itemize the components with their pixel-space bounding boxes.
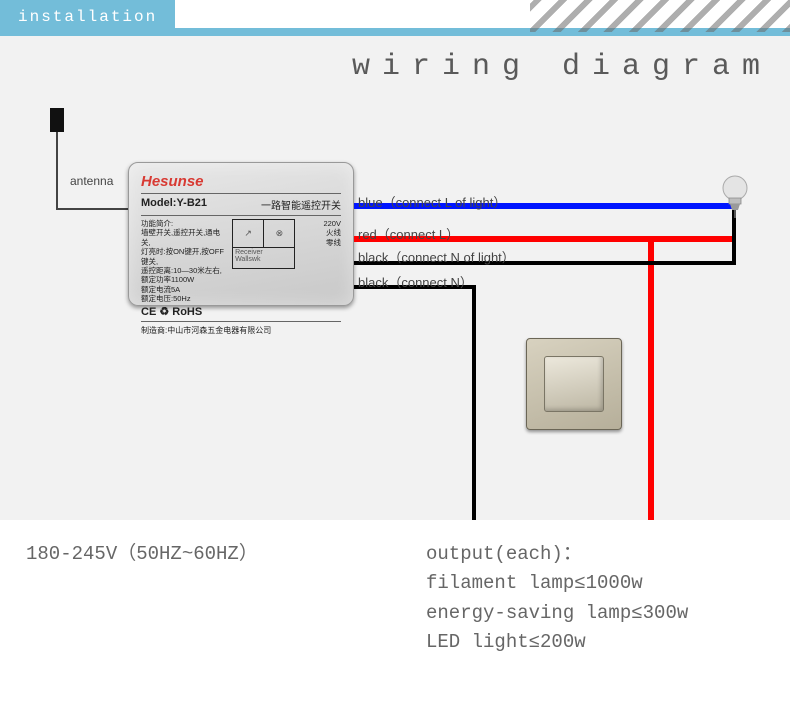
label-wire-black-light: black（connect N of light） (358, 247, 515, 266)
antenna-label: antenna (70, 174, 113, 188)
module-cert-icons: CE ♻ RoHS (141, 305, 341, 318)
wall-switch-rocker (544, 356, 604, 412)
label-wire-red: red（connect L） (358, 224, 459, 243)
module-side-labels: 220V 火线 零线 (301, 219, 341, 303)
label-wire-blue: blue（connect L of light） (358, 192, 506, 211)
antenna-wire-horizontal (56, 208, 136, 210)
module-manufacturer: 制造商:中山市河森五金电器有限公司 (141, 325, 341, 336)
module-cn-title: 一路智能遥控开关 (261, 197, 341, 212)
footer-voltage: 180-245V（50HZ~60HZ） (26, 540, 386, 658)
diagram-title: wiring diagram (352, 50, 772, 84)
receiver-module: Hesunse Model:Y-B21 一路智能遥控开关 功能简介: 墙壁开关,… (128, 162, 354, 306)
wall-switch (526, 338, 622, 430)
footer-output-led: LED light≤200w (426, 628, 764, 657)
module-model-value: Y-B21 (176, 197, 207, 209)
wire-red-vertical (648, 236, 654, 520)
box-cell-left: ↗ (233, 220, 264, 247)
label-wire-black-n: black（connect N） (358, 272, 473, 291)
module-spec-text: 功能简介: 墙壁开关,遥控开关,通电关, 灯亮时:按ON键开,按OFF键关, 遥… (141, 219, 226, 303)
light-bulb-icon (718, 174, 752, 218)
module-brand: Hesunse (141, 173, 341, 190)
box-rx-label: Receiver (235, 249, 292, 256)
footer-output-head: output(each)： (426, 540, 764, 569)
module-model-label: Model: (141, 197, 176, 209)
antenna-head (50, 108, 64, 132)
antenna-wire-vertical (56, 132, 58, 208)
box-cell-right: ⊗ (264, 220, 294, 247)
header-hatch (530, 0, 790, 32)
footer-spec: 180-245V（50HZ~60HZ） output(each)： filame… (0, 520, 790, 678)
box-wall-label: Wallswk (235, 256, 292, 263)
footer-output-filament: filament lamp≤1000w (426, 569, 764, 598)
footer-output: output(each)： filament lamp≤1000w energy… (426, 540, 764, 658)
diagram-stage: wiring diagram antenna Hesunse Model:Y-B… (0, 36, 790, 520)
footer-output-energy-saving: energy-saving lamp≤300w (426, 599, 764, 628)
header-bar: installation (0, 0, 790, 36)
module-schematic-box: ↗ ⊗ Receiver Wallswk (232, 219, 295, 269)
wire-black-n-v (472, 285, 476, 520)
module-model: Model:Y-B21 (141, 197, 207, 209)
